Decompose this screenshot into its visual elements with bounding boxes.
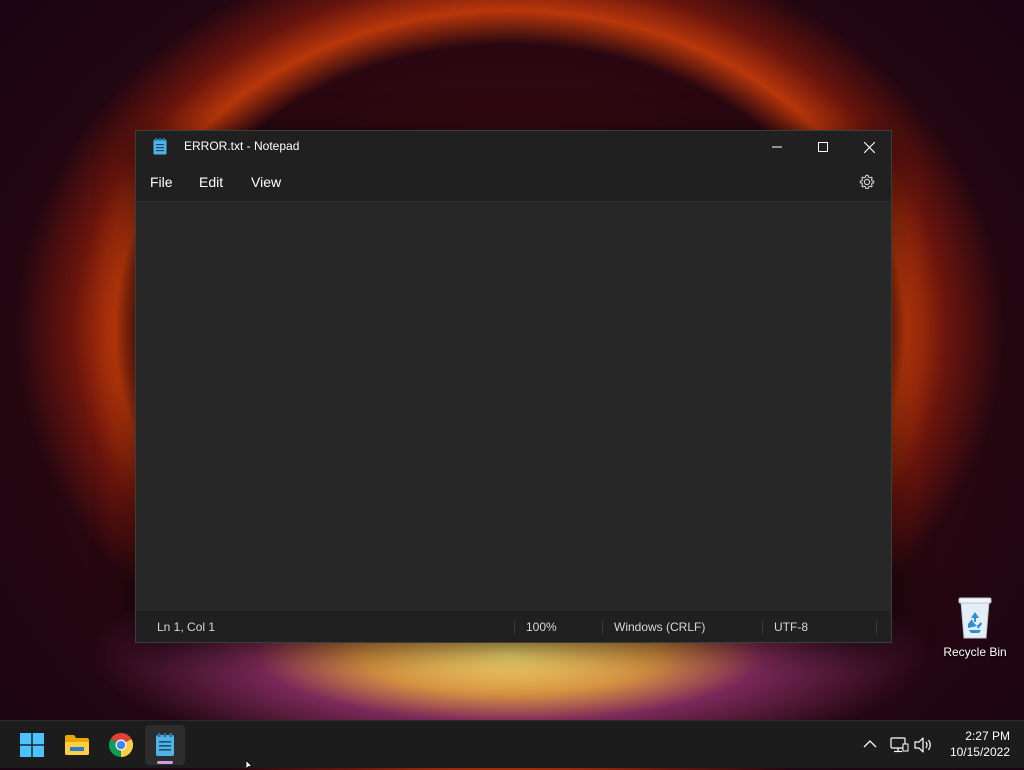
clock[interactable]: 2:27 PM 10/15/2022 [940,728,1010,760]
taskbar-notepad[interactable] [145,725,185,765]
status-divider [762,620,763,634]
status-divider [876,620,877,634]
clock-date: 10/15/2022 [949,745,1010,759]
folder-icon [65,735,89,755]
taskbar: 2:27 PM 10/15/2022 [0,720,1024,768]
start-button[interactable] [12,725,52,765]
active-app-indicator [157,761,173,764]
zoom-level: 100% [526,620,557,634]
recycle-bin-label: Recycle Bin [943,645,1007,659]
close-icon [863,141,875,153]
notepad-window: ERROR.txt - Notepad File Edit View Ln 1,… [135,130,892,643]
menu-edit[interactable]: Edit [199,174,223,190]
text-editor[interactable] [136,201,891,612]
gear-icon[interactable] [859,174,875,190]
maximize-button[interactable] [800,131,846,163]
status-bar: Ln 1, Col 1 100% Windows (CRLF) UTF-8 [136,611,891,642]
notepad-icon [156,733,174,756]
cursor-position: Ln 1, Col 1 [157,620,216,634]
title-bar[interactable]: ERROR.txt - Notepad [136,131,891,163]
chrome-icon [109,733,133,757]
desktop-icon-recycle-bin[interactable]: Recycle Bin [936,594,1014,664]
menu-file[interactable]: File [150,174,173,190]
mouse-cursor-icon [246,760,253,770]
encoding: UTF-8 [774,620,808,634]
status-divider [514,620,515,634]
notepad-icon [153,138,167,155]
menu-view[interactable]: View [251,174,281,190]
maximize-icon [818,142,828,152]
windows-start-icon [20,733,44,757]
window-title: ERROR.txt - Notepad [184,139,300,153]
line-ending: Windows (CRLF) [614,620,706,634]
chevron-up-icon[interactable] [861,736,879,754]
minimize-button[interactable] [754,131,800,163]
recycle-bin-icon [958,597,992,639]
menu-bar: File Edit View [136,163,891,201]
taskbar-file-explorer[interactable] [57,725,97,765]
close-button[interactable] [846,131,892,163]
taskbar-chrome[interactable] [101,725,141,765]
desktop: ERROR.txt - Notepad File Edit View Ln 1,… [0,0,1024,720]
minimize-icon [772,146,782,148]
network-icon[interactable] [889,735,909,755]
status-divider [602,620,603,634]
volume-icon[interactable] [913,735,933,755]
clock-time: 2:27 PM [965,729,1010,743]
